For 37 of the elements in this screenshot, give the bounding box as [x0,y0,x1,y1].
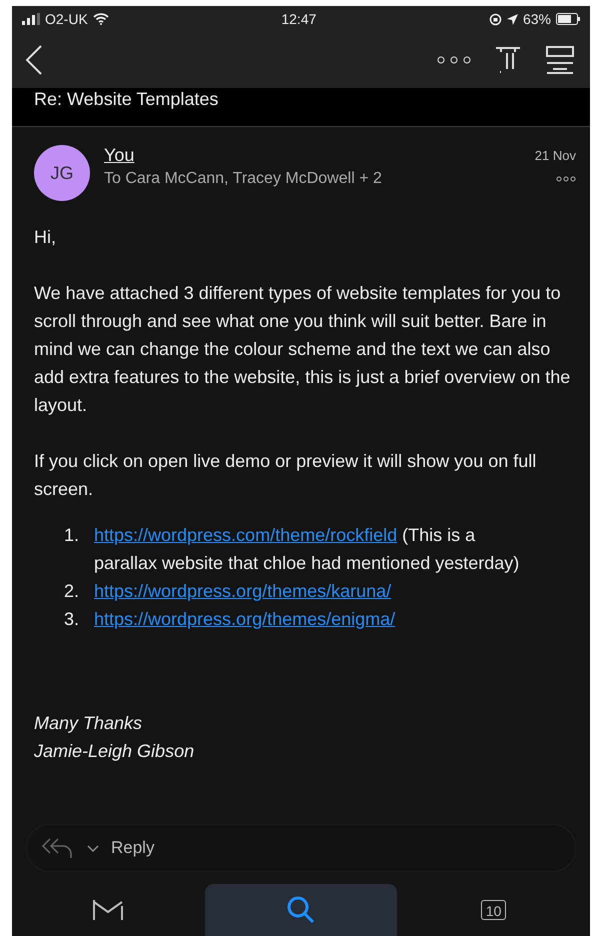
signoff-line: Many Thanks [34,712,144,735]
list-number: 1. [64,524,80,547]
list-number: 2. [64,580,80,603]
search-icon [284,894,317,926]
link[interactable]: https://wordpress.com/theme/rockfield [94,525,398,545]
location-arrow-icon [506,14,518,24]
body-paragraph: We have attached 3 different types of website templates for you to scroll through and see what one you think will suit better. Bare in mind we can change the colour scheme and the text we can also add extra features to the website, this is just a brief overview on the layout. [34,282,572,417]
reply-all-icon[interactable] [41,837,75,859]
calendar-tab[interactable]: 10 [398,884,590,936]
chevron-down-icon[interactable] [87,844,99,852]
body-paragraph: If you click on open live demo or preview it will show you on full screen. [34,450,538,501]
greeting: Hi, [34,226,57,249]
sender-name[interactable]: You [104,145,134,166]
recipients[interactable]: To Cara McCann, Tracey McDowell + 2 [104,170,382,188]
more-icon[interactable] [436,56,472,64]
battery-icon [556,13,580,25]
rotation-lock-icon [488,12,502,26]
email-subject: Re: Website Templates [34,89,220,110]
reply-button[interactable]: Reply [111,838,154,858]
list-item-text: https://wordpress.com/theme/rockfield (This is a parallax website that chloe had mentioned yesterday) [94,524,520,575]
sender-avatar: JG [34,145,90,201]
back-icon[interactable] [26,45,42,75]
trash-icon[interactable] [494,45,522,75]
calendar-icon: 10 [480,900,506,920]
more-icon[interactable] [556,176,576,182]
signoff-line: Jamie-Leigh Gibson [34,740,196,763]
email-date: 21 Nov [534,148,576,163]
mail-icon [91,898,126,922]
clock-time: 12:47 [281,11,316,27]
link[interactable]: https://wordpress.org/themes/enigma/ [94,609,396,629]
carrier-name: O2-UK [45,11,88,27]
wifi-icon [92,13,109,25]
list-number: 3. [64,608,80,631]
battery-percent: 63% [522,11,551,27]
link[interactable]: https://wordpress.org/themes/karuna/ [94,581,392,601]
signal-icon [22,13,40,25]
archive-icon[interactable] [544,45,576,75]
